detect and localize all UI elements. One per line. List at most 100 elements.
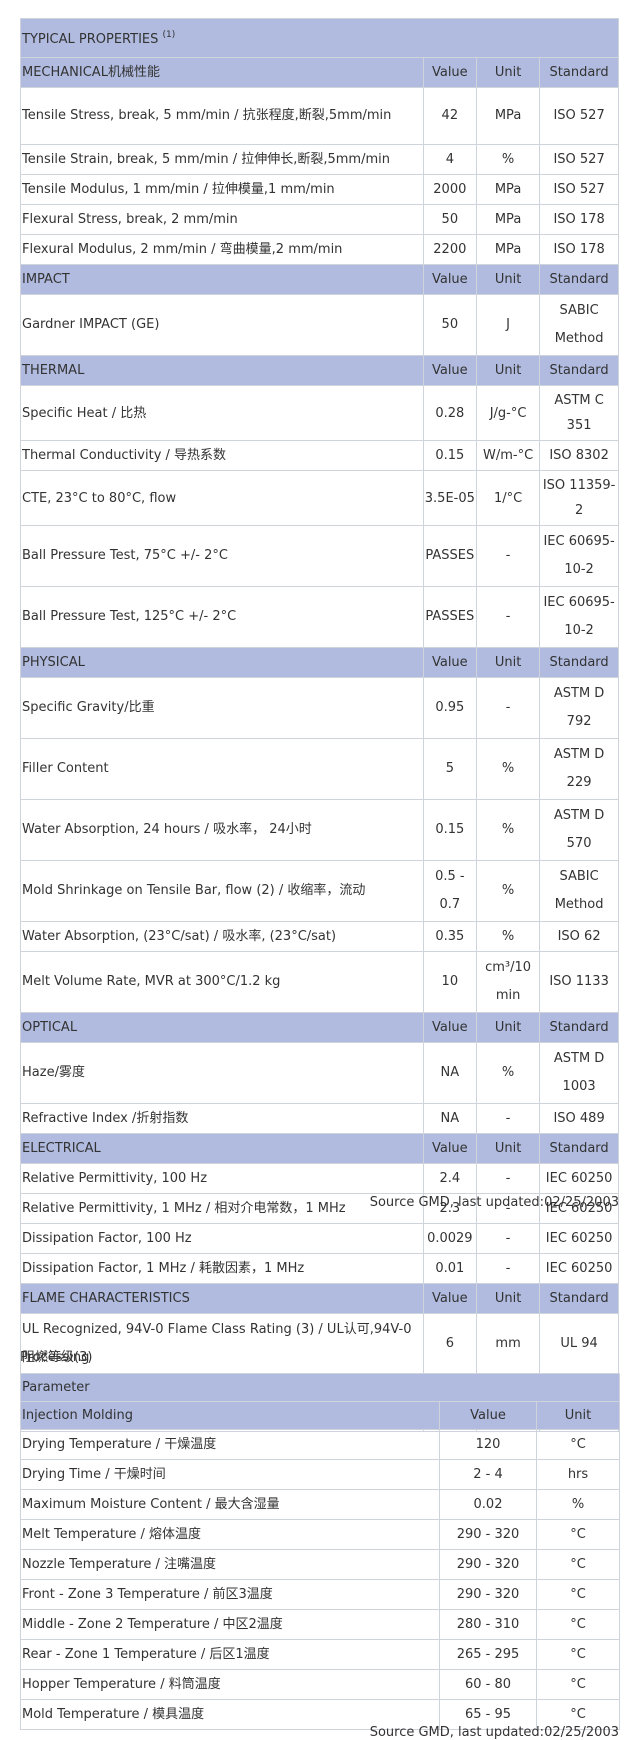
parameter-unit: % [536, 1489, 620, 1520]
property-standard: ASTM D 229 [539, 738, 619, 800]
table-row: Specific Heat / 比热 0.28 J/g-°C ASTM C 351 [20, 385, 619, 441]
parameter-value: 60 - 80 [439, 1669, 537, 1700]
property-value: PASSES [422, 525, 477, 587]
column-header-unit: Unit [475, 1133, 541, 1164]
parameter-name: Maximum Moisture Content / 最大含湿量 [20, 1489, 440, 1520]
parameter-unit: °C [536, 1429, 620, 1460]
parameter-value: 2 - 4 [439, 1459, 537, 1490]
table-row: Hopper Temperature / 料筒温度 60 - 80 °C [20, 1669, 620, 1700]
table-row: Dissipation Factor, 100 Hz 0.0029- IEC 602… [20, 1223, 619, 1254]
column-header-value: Value [422, 1133, 477, 1164]
datasheet-page: TYPICAL PROPERTIES (1) MECHANICAL机械性能 Val… [0, 0, 632, 1740]
column-header-unit: Unit [475, 647, 541, 678]
property-standard: ISO 11359-2 [539, 470, 619, 526]
table-row: Tensile Modulus, 1 mm/min / 拉伸模量,1 mm/mi… [20, 174, 619, 205]
property-unit: MPa [475, 234, 541, 265]
typical-properties-title-cell: TYPICAL PROPERTIES (1) [20, 18, 619, 58]
property-unit: MPa [475, 204, 541, 235]
table-row: Mold Shrinkage on Tensile Bar, flow (2) … [20, 860, 619, 922]
section-name: OPTICAL [20, 1012, 424, 1043]
property-unit: 1/°C [475, 470, 541, 526]
section-name: FLAME CHARACTERISTICS [20, 1283, 424, 1314]
property-standard: ISO 62 [539, 921, 619, 952]
section-name: THERMAL [20, 355, 424, 386]
property-name: Tensile Modulus, 1 mm/min / 拉伸模量,1 mm/mi… [20, 174, 424, 205]
property-value: 0.35 [422, 921, 477, 952]
column-header-standard: Standard [539, 57, 619, 88]
property-unit: MPa [475, 174, 541, 205]
property-value: 0.5 - 0.7 [422, 860, 477, 922]
property-unit: % [475, 921, 541, 952]
column-header-value: Value [422, 57, 477, 88]
table-row: Middle - Zone 2 Temperature / 中区2温度 280 -… [20, 1609, 620, 1640]
property-value: 50 [422, 294, 477, 356]
parameter-unit: °C [536, 1669, 620, 1700]
property-value: 50 [422, 204, 477, 235]
processing-parameter-header-row: Parameter [20, 1373, 620, 1402]
table-row: Flexural Stress, break, 2 mm/min 50 MPa ISO… [20, 204, 619, 235]
property-standard: SABIC Method [539, 860, 619, 922]
property-value: PASSES [422, 586, 477, 648]
property-value: NA [422, 1103, 477, 1134]
table-row: UL Recognized, 94V-0 Flame Class Rating … [20, 1313, 619, 1375]
table-row: Water Absorption, (23°C/sat) / 吸水率, (23°… [20, 921, 619, 952]
processing-label: Processing [20, 1350, 90, 1365]
property-unit: % [475, 799, 541, 861]
property-name: Mold Shrinkage on Tensile Bar, flow (2) … [20, 860, 424, 922]
property-standard: ASTM D 570 [539, 799, 619, 861]
column-header-unit: Unit [475, 57, 541, 88]
table-row: Melt Volume Rate, MVR at 300°C/1.2 kg 10 c… [20, 951, 619, 1013]
section-header-row: IMPACT Value Unit Standard [20, 264, 619, 295]
parameter-name: Middle - Zone 2 Temperature / 中区2温度 [20, 1609, 440, 1640]
table-row: Water Absorption, 24 hours / 吸水率， 24小时 0.… [20, 799, 619, 861]
property-name: Refractive Index /折射指数 [20, 1103, 424, 1134]
parameter-name: Front - Zone 3 Temperature / 前区3温度 [20, 1579, 440, 1610]
parameter-value: 290 - 320 [439, 1549, 537, 1580]
table-row: Nozzle Temperature / 注嘴温度 290 - 320 °C [20, 1549, 620, 1580]
processing-parameter-header: Parameter [20, 1373, 620, 1402]
column-header-standard: Standard [539, 264, 619, 295]
property-standard: ISO 527 [539, 174, 619, 205]
parameter-name: Nozzle Temperature / 注嘴温度 [20, 1549, 440, 1580]
property-name: Specific Heat / 比热 [20, 385, 424, 441]
property-standard: IEC 60695-10-2 [539, 586, 619, 648]
property-standard: IEC 60250 [539, 1163, 619, 1194]
processing-section-header-row: Injection Molding Value Unit [20, 1401, 620, 1430]
processing-body: Parameter Injection Molding Value Unit D… [20, 1373, 620, 1730]
property-standard: ISO 178 [539, 234, 619, 265]
property-name: CTE, 23°C to 80°C, flow [20, 470, 424, 526]
table-row: Drying Time / 干燥时间 2 - 4 hrs [20, 1459, 620, 1490]
property-value: 42 [422, 87, 477, 145]
property-unit: mm [475, 1313, 541, 1375]
parameter-name: Melt Temperature / 熔体温度 [20, 1519, 440, 1550]
property-unit: - [475, 525, 541, 587]
processing-section-name: Injection Molding [20, 1401, 440, 1430]
parameter-value: 290 - 320 [439, 1579, 537, 1610]
property-standard: IEC 60695-10-2 [539, 525, 619, 587]
column-header-value: Value [422, 355, 477, 386]
property-unit: - [475, 1163, 541, 1194]
table-row: Maximum Moisture Content / 最大含湿量 0.02% [20, 1489, 620, 1520]
property-name: Flexural Modulus, 2 mm/min / 弯曲模量,2 mm/m… [20, 234, 424, 265]
property-standard: IEC 60250 [539, 1253, 619, 1284]
property-value: 0.95 [422, 677, 477, 739]
table-row: Rear - Zone 1 Temperature / 后区1温度 265 - 2… [20, 1639, 620, 1670]
typical-properties-title: TYPICAL PROPERTIES [22, 32, 159, 47]
table-row: Refractive Index /折射指数 NA - ISO 489 [20, 1103, 619, 1134]
section-name: ELECTRICAL [20, 1133, 424, 1164]
property-unit: % [475, 738, 541, 800]
parameter-value: 120 [439, 1429, 537, 1460]
parameter-name: Drying Temperature / 干燥温度 [20, 1429, 440, 1460]
typical-properties-body: TYPICAL PROPERTIES (1) MECHANICAL机械性能 Val… [20, 18, 619, 1432]
property-name: Water Absorption, (23°C/sat) / 吸水率, (23°… [20, 921, 424, 952]
parameter-unit: °C [536, 1609, 620, 1640]
property-standard: ASTM D 1003 [539, 1042, 619, 1104]
property-standard: IEC 60250 [539, 1223, 619, 1254]
section-header-row: FLAME CHARACTERISTICS Value Unit Standard [20, 1283, 619, 1314]
processing-col-value: Value [439, 1401, 537, 1430]
property-name: UL Recognized, 94V-0 Flame Class Rating … [20, 1313, 424, 1375]
parameter-value: 265 - 295 [439, 1639, 537, 1670]
property-unit: % [475, 1042, 541, 1104]
property-unit: J/g-°C [475, 385, 541, 441]
property-unit: - [475, 1253, 541, 1284]
